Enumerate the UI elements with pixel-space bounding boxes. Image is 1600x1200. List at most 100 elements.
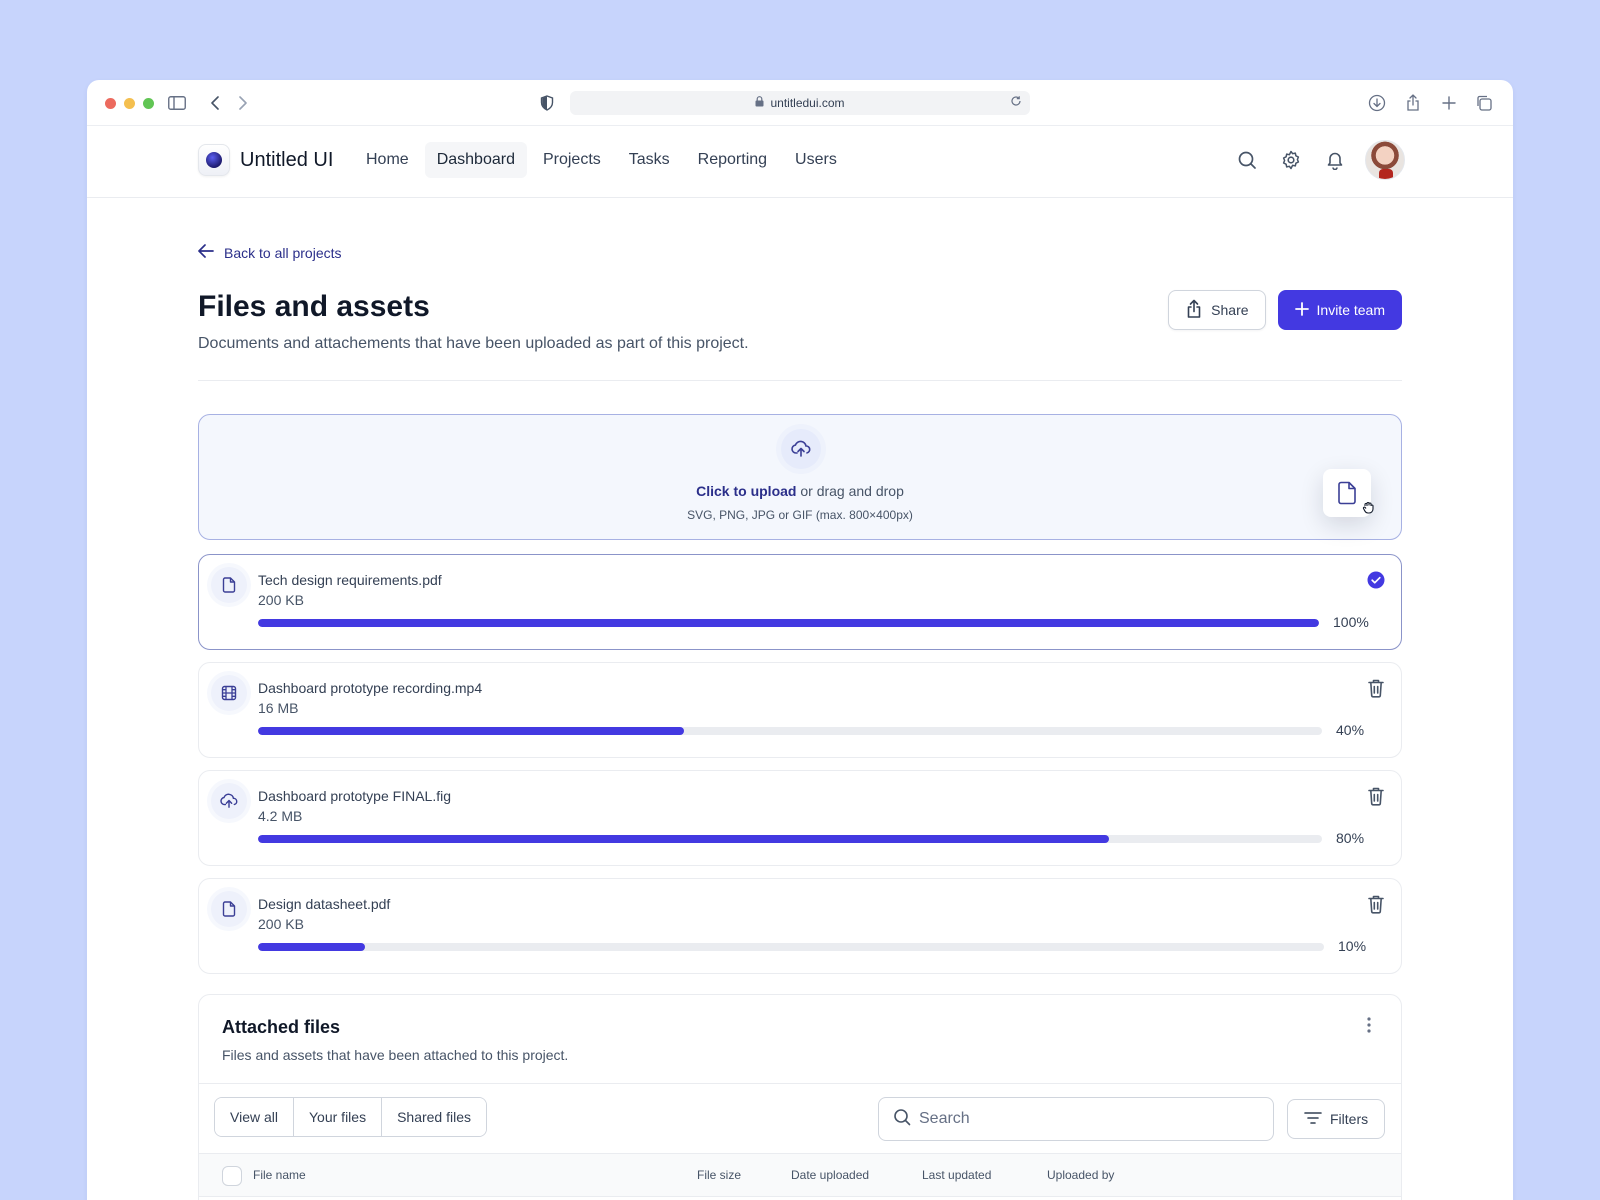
file-size: 200 KB [258, 916, 304, 932]
attached-files-subtitle: Files and assets that have been attached… [222, 1047, 569, 1063]
file-icon [211, 567, 247, 603]
search-field[interactable] [878, 1097, 1274, 1141]
close-window-button[interactable] [105, 98, 116, 109]
file-name: Dashboard prototype FINAL.fig [258, 788, 451, 804]
progress-fill [258, 619, 1319, 627]
plus-icon [1294, 301, 1309, 319]
file-upload-item: Tech design requirements.pdf 200 KB 100% [198, 554, 1402, 650]
tabs-overview-icon[interactable] [1474, 93, 1494, 113]
minimize-window-button[interactable] [124, 98, 135, 109]
column-file-size[interactable]: File size [697, 1168, 741, 1182]
table-header: File name File size Date uploaded Last u… [199, 1153, 1401, 1197]
share-label: Share [1211, 302, 1249, 318]
avatar[interactable] [1365, 140, 1405, 180]
page-subtitle: Documents and attachements that have bee… [198, 335, 749, 352]
app-header: Untitled UI Home Dashboard Projects Task… [87, 126, 1513, 198]
search-icon[interactable] [1231, 144, 1263, 176]
progress-bar [258, 835, 1322, 843]
nav-projects[interactable]: Projects [531, 142, 613, 178]
shield-icon[interactable] [537, 93, 557, 113]
tab-your-files[interactable]: Your files [294, 1098, 383, 1136]
file-size: 16 MB [258, 700, 299, 716]
file-icon [211, 891, 247, 927]
invite-team-label: Invite team [1316, 302, 1385, 318]
brand-name: Untitled UI [240, 148, 334, 171]
back-nav-icon[interactable] [205, 93, 225, 113]
file-name: Design datasheet.pdf [258, 896, 391, 912]
file-name: Tech design requirements.pdf [258, 572, 442, 588]
url-text: untitledui.com [770, 96, 845, 110]
address-bar[interactable]: untitledui.com [570, 91, 1030, 115]
file-size: 4.2 MB [258, 808, 303, 824]
dropzone-rest: or drag and drop [796, 483, 904, 499]
nav-tasks[interactable]: Tasks [617, 142, 682, 178]
tab-shared-files[interactable]: Shared files [382, 1098, 487, 1136]
tab-view-all[interactable]: View all [215, 1098, 294, 1136]
search-input[interactable] [919, 1110, 1239, 1128]
brand[interactable]: Untitled UI [198, 144, 333, 176]
sidebar-toggle-icon[interactable] [167, 93, 187, 113]
attached-files-card: Attached files Files and assets that hav… [198, 994, 1402, 1200]
column-date-uploaded[interactable]: Date uploaded [791, 1168, 869, 1182]
share-icon [1185, 299, 1203, 322]
progress-fill [258, 835, 1110, 843]
settings-icon[interactable] [1275, 144, 1307, 176]
nav-dashboard[interactable]: Dashboard [424, 142, 527, 178]
browser-window: untitledui.com Untitled UI Home Dashboar… [87, 80, 1513, 1200]
download-icon[interactable] [1367, 93, 1387, 113]
logo-icon [198, 144, 230, 176]
progress-percent: 40% [1336, 722, 1365, 738]
share-page-icon[interactable] [1403, 93, 1423, 113]
forward-nav-icon[interactable] [233, 93, 253, 113]
nav-users[interactable]: Users [783, 142, 849, 178]
more-vertical-icon[interactable] [1359, 1015, 1379, 1035]
grab-cursor-icon [1361, 499, 1377, 520]
trash-icon[interactable] [1365, 785, 1387, 807]
click-to-upload-link[interactable]: Click to upload [696, 483, 796, 499]
file-filter-tabs: View all Your files Shared files [214, 1097, 488, 1137]
column-last-updated[interactable]: Last updated [922, 1168, 991, 1182]
file-upload-item: Dashboard prototype recording.mp4 16 MB … [198, 662, 1402, 758]
browser-toolbar: untitledui.com [87, 80, 1513, 126]
file-upload-item: Dashboard prototype FINAL.fig 4.2 MB 80% [198, 770, 1402, 866]
new-tab-icon[interactable] [1439, 93, 1459, 113]
column-uploaded-by[interactable]: Uploaded by [1047, 1168, 1114, 1182]
progress-fill [258, 943, 365, 951]
trash-icon[interactable] [1365, 677, 1387, 699]
bell-icon[interactable] [1319, 144, 1351, 176]
arrow-left-icon [198, 244, 214, 261]
nav-reporting[interactable]: Reporting [686, 142, 779, 178]
trash-icon[interactable] [1365, 893, 1387, 915]
card-divider [199, 1083, 1401, 1084]
file-upload-item: Design datasheet.pdf 200 KB 10% [198, 878, 1402, 974]
page-title: Files and assets [198, 290, 430, 323]
progress-percent: 10% [1338, 938, 1367, 954]
invite-team-button[interactable]: Invite team [1277, 290, 1402, 330]
filter-lines-icon [1304, 1111, 1322, 1128]
back-to-projects-link[interactable]: Back to all projects [198, 244, 342, 261]
film-icon [211, 675, 247, 711]
column-file-name[interactable]: File name [253, 1168, 306, 1182]
window-controls [105, 98, 154, 109]
check-circle-icon [1365, 569, 1387, 591]
share-button[interactable]: Share [1168, 290, 1266, 330]
upload-cloud-icon [211, 783, 247, 819]
dropzone-hint: SVG, PNG, JPG or GIF (max. 800×400px) [687, 508, 913, 522]
progress-fill [258, 727, 684, 735]
progress-bar [258, 727, 1322, 735]
back-link-label: Back to all projects [224, 244, 342, 261]
attached-files-title: Attached files [222, 1017, 341, 1037]
progress-percent: 100% [1333, 614, 1369, 630]
section-divider [198, 380, 1402, 381]
maximize-window-button[interactable] [143, 98, 154, 109]
file-dropzone[interactable]: Click to upload or drag and drop SVG, PN… [198, 414, 1402, 540]
lock-icon [755, 96, 764, 110]
filters-button[interactable]: Filters [1287, 1099, 1386, 1139]
file-size: 200 KB [258, 592, 304, 608]
select-all-checkbox[interactable] [222, 1166, 242, 1186]
reload-icon[interactable] [1010, 95, 1022, 110]
nav-home[interactable]: Home [354, 142, 421, 178]
search-icon [893, 1108, 911, 1131]
header-actions [1231, 140, 1405, 180]
dropzone-text: Click to upload or drag and drop [199, 483, 1401, 499]
